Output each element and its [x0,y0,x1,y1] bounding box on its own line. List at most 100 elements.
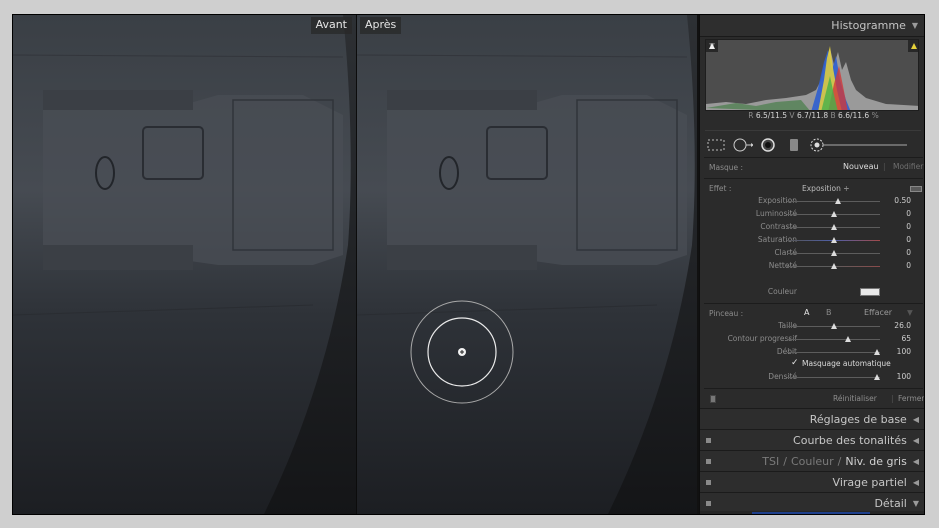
effect-sliders-row: Luminosité 0 [700,208,924,220]
spot-removal-icon[interactable] [731,137,753,153]
graduated-filter-icon[interactable] [783,137,805,153]
section-basic[interactable]: Réglages de base ◀ [700,408,924,429]
effect-sliders-value: 0 [906,248,911,257]
panel-switch-icon[interactable] [710,395,716,403]
triangle-left-icon: ◀ [912,477,919,487]
auto-mask-label: Masquage automatique [802,359,891,368]
brush-sliders-row: Taille26.0 [700,320,924,332]
effect-sliders-slider[interactable] [787,250,880,256]
panel-switch-icon[interactable] [706,501,711,506]
close-button[interactable]: Fermer [898,394,924,403]
effect-sliders-slider-knob[interactable] [831,224,837,230]
brush-sliders-value: 65 [901,334,911,343]
effect-sliders-slider-knob[interactable] [831,263,837,269]
effect-sliders-slider[interactable] [787,237,880,243]
mask-edit-button[interactable]: Modifier [893,162,923,171]
effect-sliders-slider[interactable] [787,211,880,217]
before-label: Avant [310,17,352,34]
brush-label: Pinceau : [709,309,744,318]
section-detail-label: Détail [874,496,907,510]
effect-sliders-row: Exposition 0.50 [700,195,924,207]
density-row: Densité 100 [700,371,924,383]
effect-sliders-slider-knob[interactable] [835,198,841,204]
tab-grayscale[interactable]: Niv. de gris [845,455,906,468]
effect-panel-toggle[interactable] [910,186,922,192]
effect-sliders-slider-knob[interactable] [831,250,837,256]
effect-row: Effet : Exposition ÷ [700,182,924,196]
section-split-toning[interactable]: Virage partiel ◀ [700,471,924,492]
auto-mask-checkbox[interactable]: ✓ [791,358,799,368]
brush-sliders-slider[interactable] [787,323,880,329]
density-slider[interactable] [787,374,880,380]
r-label: R [748,111,754,120]
histogram-graph[interactable] [705,39,919,111]
section-hsl[interactable]: TSI / Couleur / Niv. de gris ◀ [700,450,924,471]
brush-sliders-row: Débit100 [700,346,924,358]
section-tone-curve[interactable]: Courbe des tonalités ◀ [700,429,924,450]
reset-button[interactable]: Réinitialiser [833,394,877,403]
b-label: B [830,111,836,120]
adjustment-brush-icon[interactable] [809,137,909,153]
lightroom-window: Avant Après Histogramme ▼ R 6.5/11.5 V 6… [0,0,939,528]
brush-sliders-slider-knob[interactable] [845,336,851,342]
effect-sliders-value: 0 [906,235,911,244]
tab-hsl[interactable]: TSI [762,455,779,468]
effect-sliders-row: Clarté 0 [700,247,924,259]
auto-mask-row: ✓ Masquage automatique [700,358,924,370]
brush-b-button[interactable]: B [826,308,832,317]
r-value: 6.5/11.5 [755,111,788,120]
before-photo-pane[interactable]: Avant [13,15,356,514]
effect-sliders-slider[interactable] [787,263,880,269]
brush-row: Pinceau : A B Effacer ▼ [700,307,924,321]
panel-switch-icon[interactable] [706,480,711,485]
effect-label: Effet : [709,184,732,193]
effect-sliders-row: Netteté 0 [700,260,924,272]
tab-separator: / [837,454,842,468]
histogram-readout: R 6.5/11.5 V 6.7/11.8 B 6.6/11.6 % [700,111,924,127]
v-value: 6.7/11.8 [796,111,829,120]
density-slider-knob[interactable] [874,374,880,380]
section-split-label: Virage partiel [832,475,907,489]
brush-a-button[interactable]: A [804,308,809,317]
red-eye-icon[interactable] [757,137,779,153]
brush-sliders-slider-knob[interactable] [831,323,837,329]
effect-sliders-slider-knob[interactable] [831,237,837,243]
histogram-header[interactable]: Histogramme ▼ [700,15,924,37]
effect-sliders-slider[interactable] [787,198,880,204]
after-photo-pane[interactable]: Après [357,15,697,514]
panel-switch-icon[interactable] [706,438,711,443]
mask-new-button[interactable]: Nouveau [843,162,879,171]
triangle-left-icon: ◀ [912,414,919,424]
detail-preview-strip [700,511,924,514]
brush-sliders-row: Contour progressif 65 [700,333,924,345]
b-value: 6.6/11.6 [838,111,870,120]
effect-sliders-slider-knob[interactable] [831,211,837,217]
effect-sliders-value: 0 [906,261,911,270]
v-label: V [789,111,795,120]
color-swatch[interactable] [860,288,880,296]
tab-separator: / [783,454,787,468]
effect-sliders-slider[interactable] [787,224,880,230]
tool-strip [705,130,921,154]
effect-sliders-value: 0 [906,209,911,218]
tab-color[interactable]: Couleur [791,455,834,468]
effect-sliders-row: Contraste 0 [700,221,924,233]
brush-sliders-value: 100 [896,347,911,356]
percent-unit: % [871,111,879,120]
marquee-icon[interactable] [705,137,727,153]
section-detail[interactable]: Détail ▼ [700,492,924,513]
effect-sliders-row: Saturation 0 [700,234,924,246]
triangle-left-icon: ◀ [912,435,919,445]
local-adjust-footer: Réinitialiser | Fermer [700,392,924,406]
brush-sliders-value: 26.0 [894,321,911,330]
triangle-left-icon: ◀ [912,456,919,466]
panel-switch-icon[interactable] [706,459,711,464]
effect-preset-select[interactable]: Exposition ÷ [802,184,850,193]
triangle-down-icon: ▼ [911,21,918,30]
histogram-title: Histogramme [831,19,906,32]
brush-erase-button[interactable]: Effacer [864,308,892,317]
aircraft-fuselage-photo-before [13,15,356,514]
brush-sliders-slider[interactable] [787,349,880,355]
brush-sliders-slider-knob[interactable] [874,349,880,355]
brush-sliders-slider[interactable] [787,336,880,342]
